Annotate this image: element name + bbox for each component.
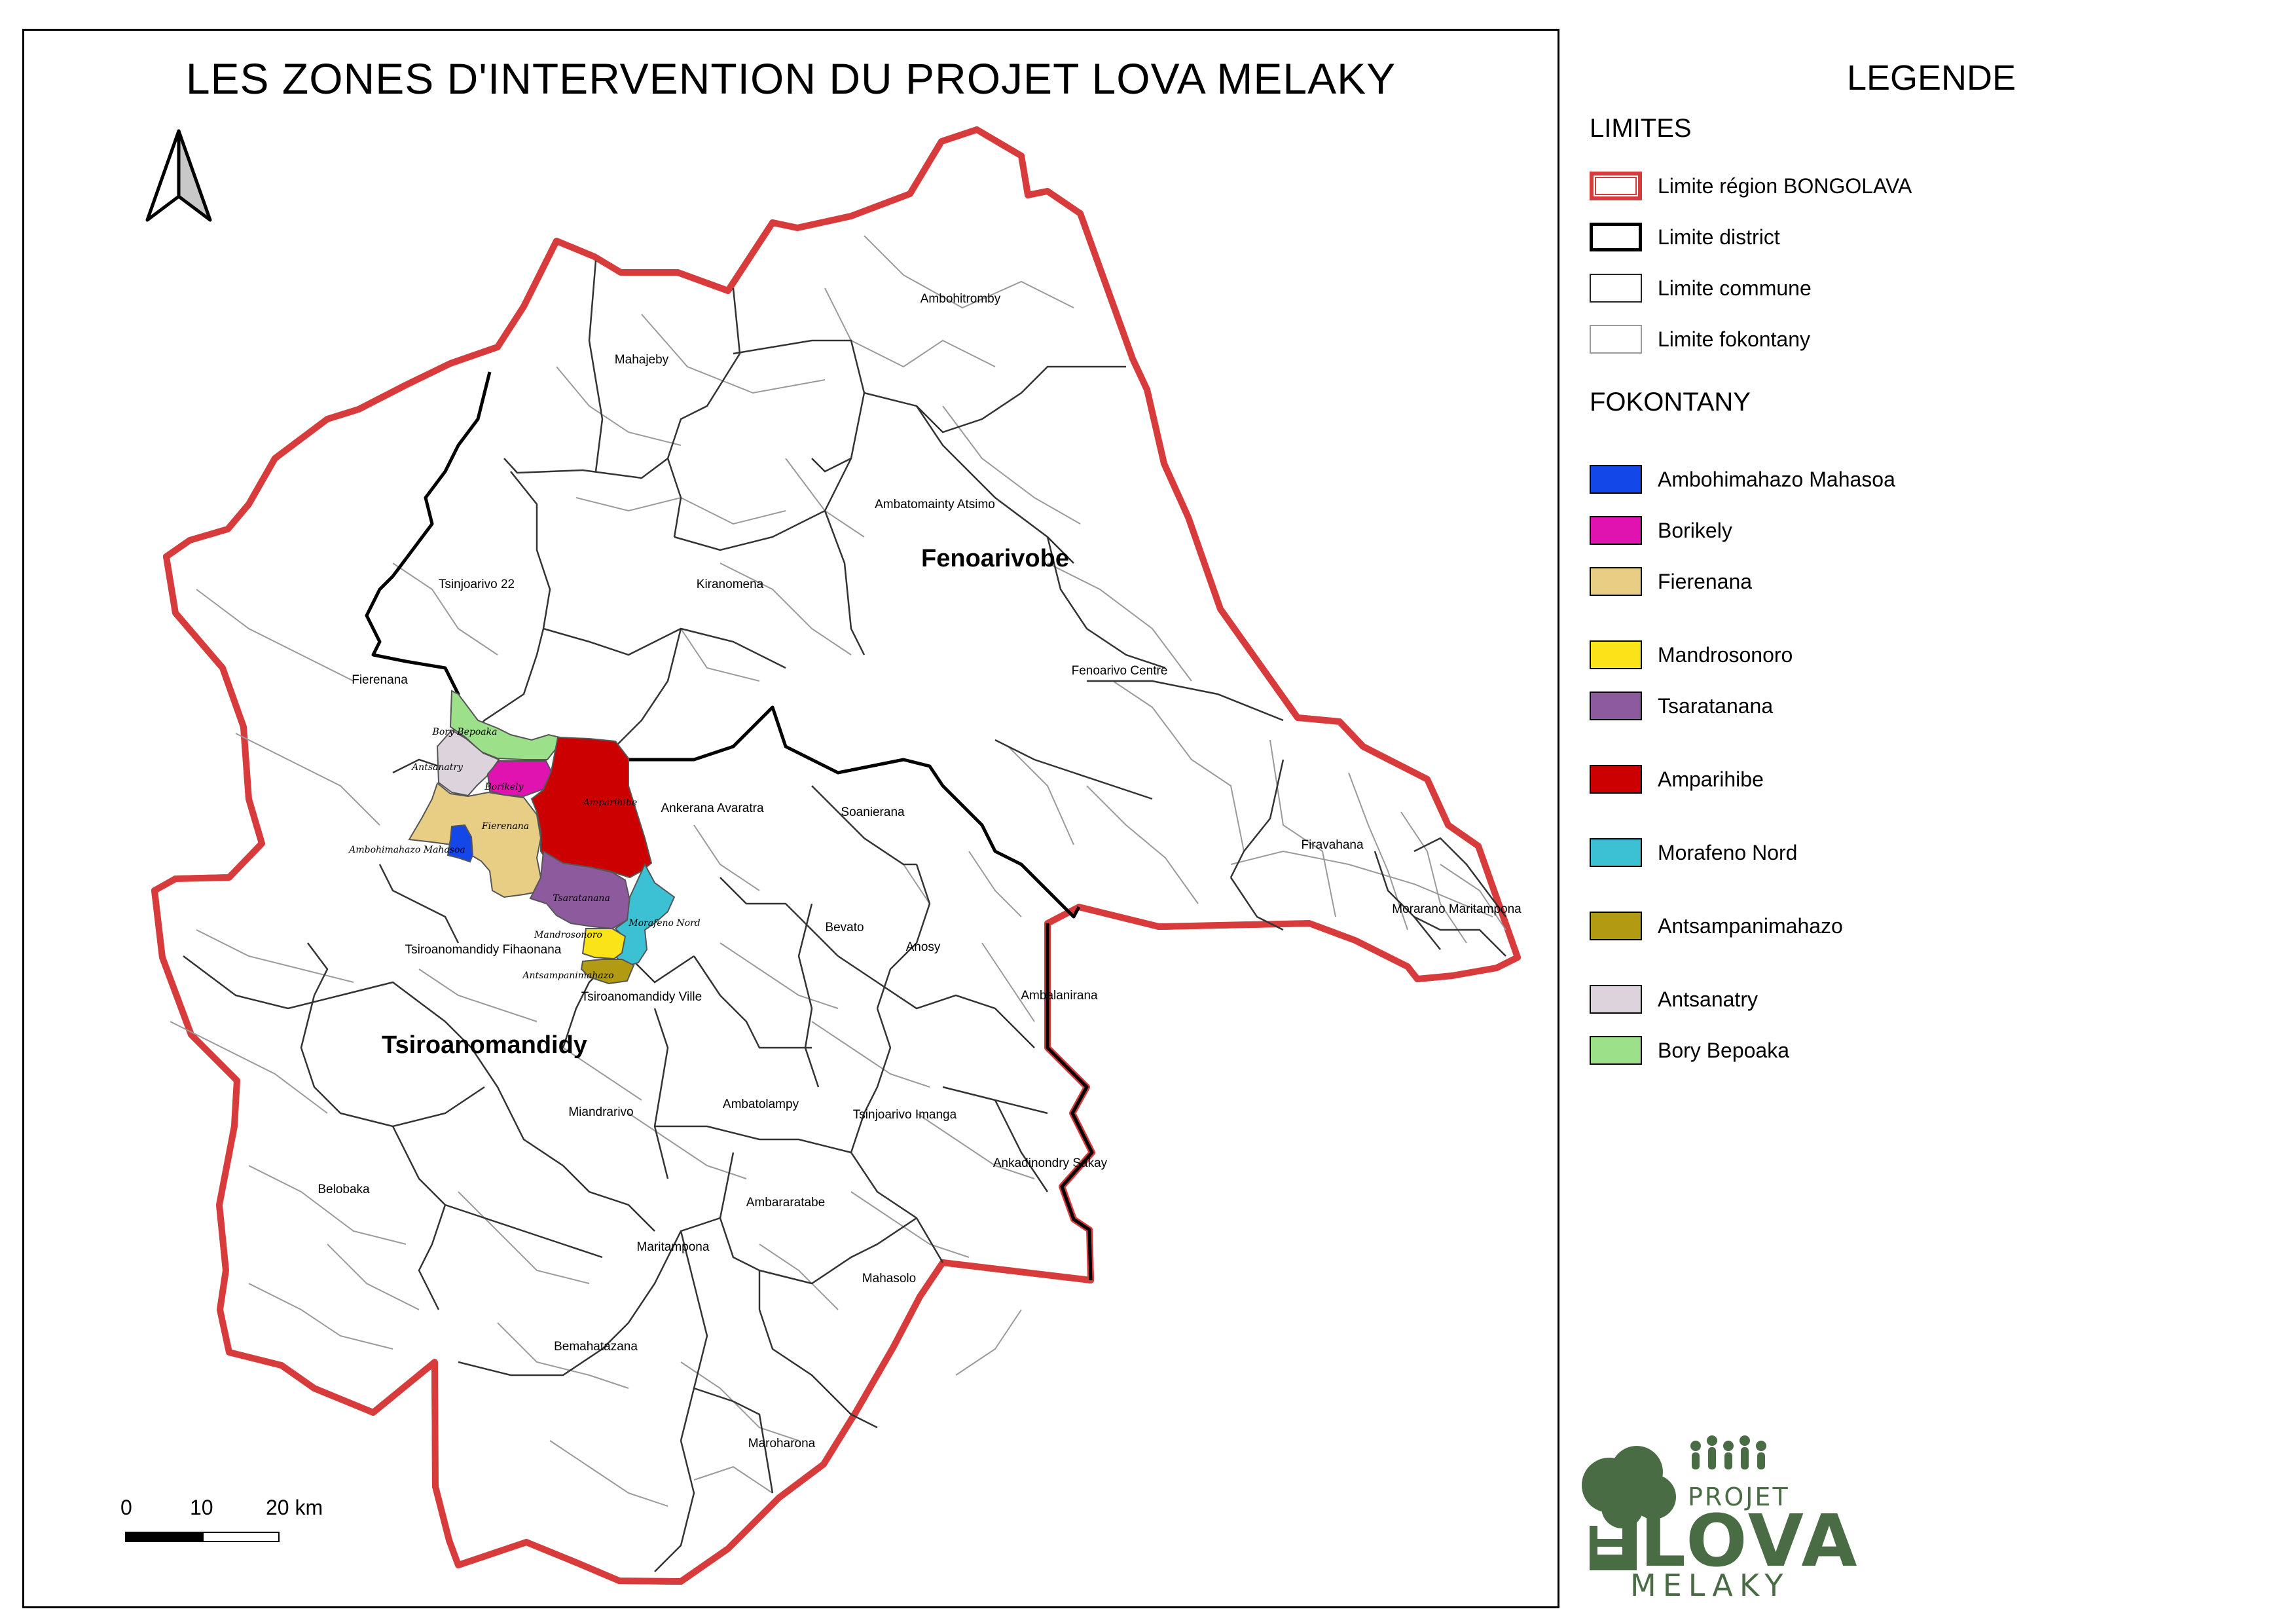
commune-label: Soanierana [841, 805, 905, 819]
commune-label: Miandrarivo [568, 1105, 633, 1119]
legend-swatch [1590, 765, 1642, 794]
legend-label: Borikely [1658, 518, 1732, 542]
fokontany-label: Mandrosonoro [534, 930, 602, 940]
legend-item-fokontany-1: Borikely [1590, 516, 1732, 545]
legend-label: Antsanatry [1658, 987, 1758, 1011]
legend-label: Morafeno Nord [1658, 840, 1798, 864]
legend-label: Limite région BONGOLAVA [1658, 174, 1912, 198]
fokontany-label: Borikely [484, 782, 524, 792]
legend-label: Mandrosonoro [1658, 642, 1793, 667]
legend-item-fokontany-7: Antsampanimahazo [1590, 912, 1843, 940]
legend-swatch-region [1590, 172, 1642, 200]
legend-label: Fierenana [1658, 569, 1753, 593]
legend-label: Amparihibe [1658, 767, 1764, 791]
commune-label: Kiranomena [697, 578, 764, 591]
legend-swatch [1590, 692, 1642, 720]
commune-label: Mahasolo [862, 1272, 916, 1285]
scale-label-10: 10 [190, 1496, 213, 1519]
commune-label: Ankadinondry Sakay [993, 1156, 1108, 1170]
legend-fokontany-title: FOKONTANY [1590, 388, 1751, 416]
legend-label: Limite commune [1658, 276, 1812, 300]
commune-label: Ambalanirana [1021, 989, 1098, 1003]
legend-item-fokontany: Limite fokontany [1590, 325, 1810, 354]
commune-label: Fenoarivo Centre [1072, 664, 1168, 678]
commune-label: Fierenana [352, 673, 408, 687]
legend-label: Limite district [1658, 225, 1780, 249]
commune-label: Firavahana [1301, 838, 1363, 852]
legend-item-region: Limite région BONGOLAVA [1590, 172, 1912, 200]
legend-item-fokontany-0: Ambohimahazo Mahasoa [1590, 465, 1895, 494]
legend-item-fokontany-8: Antsanatry [1590, 985, 1758, 1014]
commune-label: Tsinjoarivo 22 [439, 578, 515, 591]
legend-swatch [1590, 465, 1642, 494]
legend-title: LEGENDE [1846, 58, 2016, 98]
legend-limites-title: LIMITES [1590, 114, 1692, 143]
legend-swatch [1590, 567, 1642, 596]
commune-label: Ambohitromby [920, 292, 1001, 306]
legend-item-fokontany-9: Bory Bepoaka [1590, 1036, 1789, 1065]
legend-item-fokontany-4: Tsaratanana [1590, 692, 1773, 720]
fokontany-label: Antsampanimahazo [521, 970, 613, 981]
commune-label: Mahajeby [615, 353, 669, 367]
commune-label: Maritampona [637, 1240, 710, 1254]
commune-label: Tsinjoarivo Imanga [853, 1108, 957, 1122]
commune-label: Ambatomainty Atsimo [875, 498, 995, 511]
north-arrow-icon [145, 129, 212, 222]
commune-label: Ankerana Avaratra [661, 802, 763, 815]
logo-melaky: MELAKY [1630, 1568, 1790, 1603]
legend-item-fokontany-6: Morafeno Nord [1590, 838, 1797, 867]
legend-label: Ambohimahazo Mahasoa [1658, 467, 1895, 491]
legend-item-commune: Limite commune [1590, 274, 1812, 303]
legend-swatch [1590, 640, 1642, 669]
scale-label-20: 20 km [266, 1496, 323, 1519]
legend-item-fokontany-2: Fierenana [1590, 567, 1752, 596]
fokontany-label: Antsanatry [410, 762, 464, 773]
legend-swatch [1590, 516, 1642, 545]
scale-bar [125, 1532, 280, 1542]
legend-label: Tsaratanana [1658, 693, 1774, 718]
commune-label: Tsiroanomandidy Ville [581, 990, 702, 1004]
fokontany-label: Ambohimahazo Mahasoa [348, 845, 465, 855]
legend-label: Bory Bepoaka [1658, 1038, 1790, 1062]
legend-swatch [1590, 912, 1642, 940]
legend-swatch-commune [1590, 274, 1642, 303]
commune-label: Tsiroanomandidy Fihaonana [405, 943, 562, 957]
people-icon [1690, 1435, 1766, 1469]
fokontany-label: Tsaratanana [553, 893, 610, 904]
legend-swatch-district [1590, 223, 1642, 251]
fokontany-label: Bory Bepoaka [432, 727, 498, 737]
legend-label: Limite fokontany [1658, 327, 1811, 351]
commune-label: Ambatolampy [723, 1098, 799, 1111]
legend-item-district: Limite district [1590, 223, 1780, 251]
fokontany-label: Morafeno Nord [628, 918, 701, 929]
commune-label: Bemahatazana [554, 1340, 638, 1354]
district-label: Fenoarivobe [921, 545, 1069, 572]
legend-swatch [1590, 985, 1642, 1014]
fokontany-label: Fierenana [481, 821, 529, 832]
commune-label: Ambararatabe [746, 1196, 825, 1209]
commune-label: Morarano Maritampona [1392, 902, 1522, 916]
fokontany-label: Amparihibe [582, 798, 638, 808]
legend-swatch [1590, 1036, 1642, 1065]
district-label: Tsiroanomandidy [382, 1031, 587, 1059]
scale-label-0: 0 [120, 1496, 132, 1519]
legend-swatch-fokontany [1590, 325, 1642, 354]
map-canvas[interactable]: Fenoarivobe Tsiroanomandidy Ambohitromby… [0, 0, 2296, 1624]
legend-label: Antsampanimahazo [1658, 913, 1843, 938]
commune-label: Maroharona [748, 1437, 816, 1450]
logo-lova: LOVA [1640, 1499, 1860, 1583]
legend-item-fokontany-5: Amparihibe [1590, 765, 1764, 794]
region-boundary [151, 126, 1521, 1585]
legend-item-fokontany-3: Mandrosonoro [1590, 640, 1793, 669]
commune-label: Belobaka [318, 1183, 370, 1196]
commune-label: Anosy [906, 940, 941, 954]
legend-swatch [1590, 838, 1642, 867]
commune-label: Bevato [825, 921, 864, 934]
